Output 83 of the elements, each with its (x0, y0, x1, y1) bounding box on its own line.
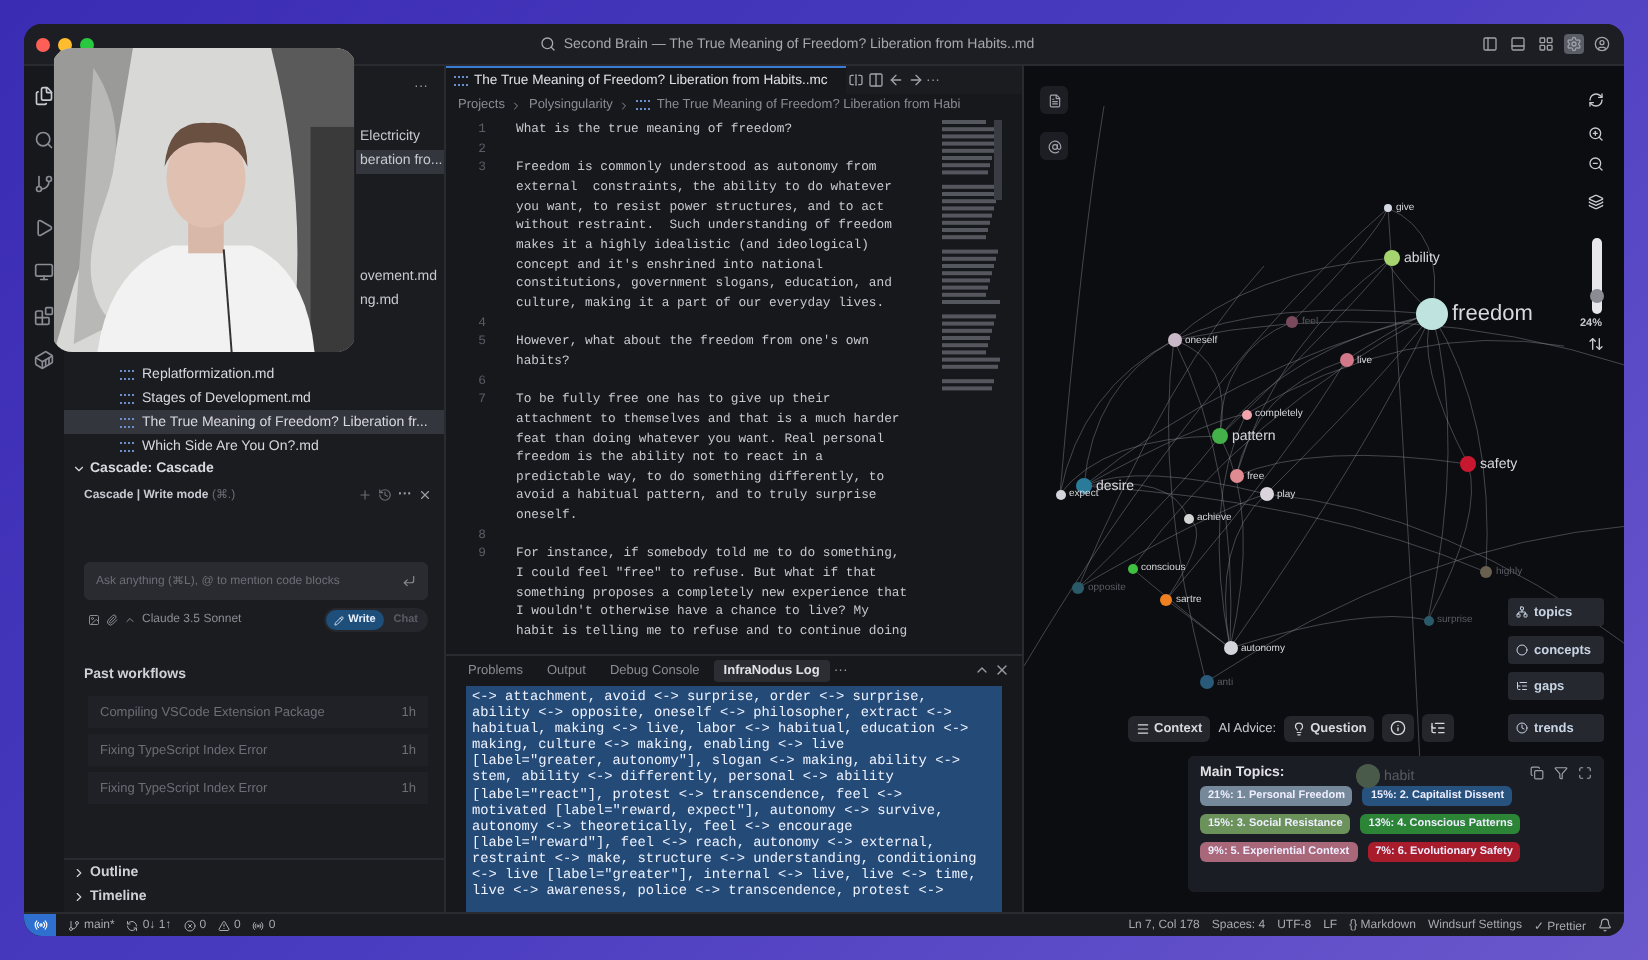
node-label: freedom (1452, 302, 1533, 326)
play-icon[interactable] (34, 218, 54, 238)
attach-icon[interactable] (106, 614, 118, 626)
lightbulb-icon (1292, 721, 1307, 735)
graph-node[interactable] (1212, 428, 1228, 444)
menu-icon (1136, 721, 1150, 735)
warning-icon (218, 919, 231, 931)
markdown-icon (454, 76, 468, 86)
graph-node[interactable] (1339, 353, 1353, 367)
refresh-icon[interactable] (1588, 92, 1604, 108)
graph-node[interactable] (1167, 333, 1181, 347)
list-icon (1430, 720, 1447, 736)
list-icon (1516, 680, 1528, 692)
remote-button[interactable] (24, 914, 56, 936)
split-icon[interactable] (846, 70, 866, 90)
forward-icon[interactable] (906, 70, 926, 90)
copy-icon[interactable] (1530, 766, 1544, 780)
info-button[interactable] (1382, 714, 1415, 742)
graph-node[interactable] (1160, 594, 1172, 606)
graph-node[interactable] (1055, 489, 1065, 499)
graph-node[interactable] (1183, 513, 1193, 523)
zoom-in-icon[interactable] (1588, 126, 1604, 142)
document-icon[interactable] (1040, 86, 1068, 114)
list-button[interactable] (1422, 714, 1455, 742)
graph-node[interactable] (1480, 566, 1492, 578)
graph-node[interactable] (1072, 582, 1084, 594)
mention-icon[interactable] (1040, 132, 1068, 160)
sync-icon (126, 919, 139, 931)
markdown-icon (636, 100, 651, 110)
panel-toggle-icon[interactable] (1508, 34, 1528, 54)
container-icon[interactable] (34, 350, 54, 370)
close-window-button[interactable] (36, 37, 50, 51)
graph-node[interactable] (1241, 409, 1251, 419)
graph-node[interactable] (1384, 250, 1400, 266)
filter-icon[interactable] (1554, 766, 1568, 780)
maximize-icon[interactable] (974, 662, 990, 678)
network-icon (1516, 606, 1528, 618)
branch-icon (68, 919, 80, 931)
broadcast-icon (252, 919, 265, 931)
image-icon[interactable] (88, 614, 100, 626)
slider-thumb[interactable] (1590, 288, 1604, 303)
search-icon[interactable] (34, 130, 54, 150)
pencil-icon (334, 615, 345, 625)
graph-node[interactable] (1416, 298, 1448, 330)
circle-icon (1516, 644, 1528, 656)
columns-icon[interactable] (866, 70, 886, 90)
remote-icon (33, 918, 47, 932)
back-icon[interactable] (886, 70, 906, 90)
graph-node[interactable] (1259, 487, 1273, 501)
graph-node[interactable] (1423, 615, 1433, 625)
bell-icon[interactable] (1598, 918, 1612, 932)
graph-node[interactable] (1223, 641, 1237, 655)
graph-node[interactable] (1460, 456, 1476, 472)
layers-icon[interactable] (1588, 194, 1604, 210)
clock-icon (1516, 722, 1528, 734)
files-icon[interactable] (34, 86, 54, 106)
error-icon (183, 919, 196, 931)
settings-icon[interactable] (1564, 34, 1584, 54)
layout-icon[interactable] (1536, 34, 1556, 54)
zoom-out-icon[interactable] (1588, 156, 1604, 172)
branch-icon[interactable] (34, 174, 54, 194)
sort-icon[interactable] (1588, 336, 1604, 352)
graph-node[interactable] (1127, 563, 1137, 573)
close-icon[interactable] (994, 662, 1010, 678)
minimize-window-button[interactable] (58, 37, 72, 51)
search-icon (539, 36, 556, 52)
expand-icon[interactable] (1578, 766, 1592, 780)
account-icon[interactable] (1592, 34, 1612, 54)
enter-icon (402, 574, 416, 588)
history-icon[interactable] (378, 487, 392, 501)
graph-node[interactable] (1384, 204, 1392, 212)
separator-icon (618, 99, 631, 111)
extensions-icon[interactable] (34, 306, 54, 326)
graph-node[interactable] (1229, 469, 1243, 483)
zoom-slider[interactable] (1592, 238, 1602, 314)
graph-node[interactable] (1286, 316, 1298, 328)
graph-node[interactable] (1199, 675, 1213, 689)
sidebar-toggle-icon[interactable] (1480, 34, 1500, 54)
separator-icon (510, 99, 523, 111)
close-icon[interactable] (418, 487, 432, 501)
caret-icon (124, 614, 136, 626)
monitor-icon[interactable] (34, 262, 54, 282)
info-icon (1390, 720, 1407, 736)
